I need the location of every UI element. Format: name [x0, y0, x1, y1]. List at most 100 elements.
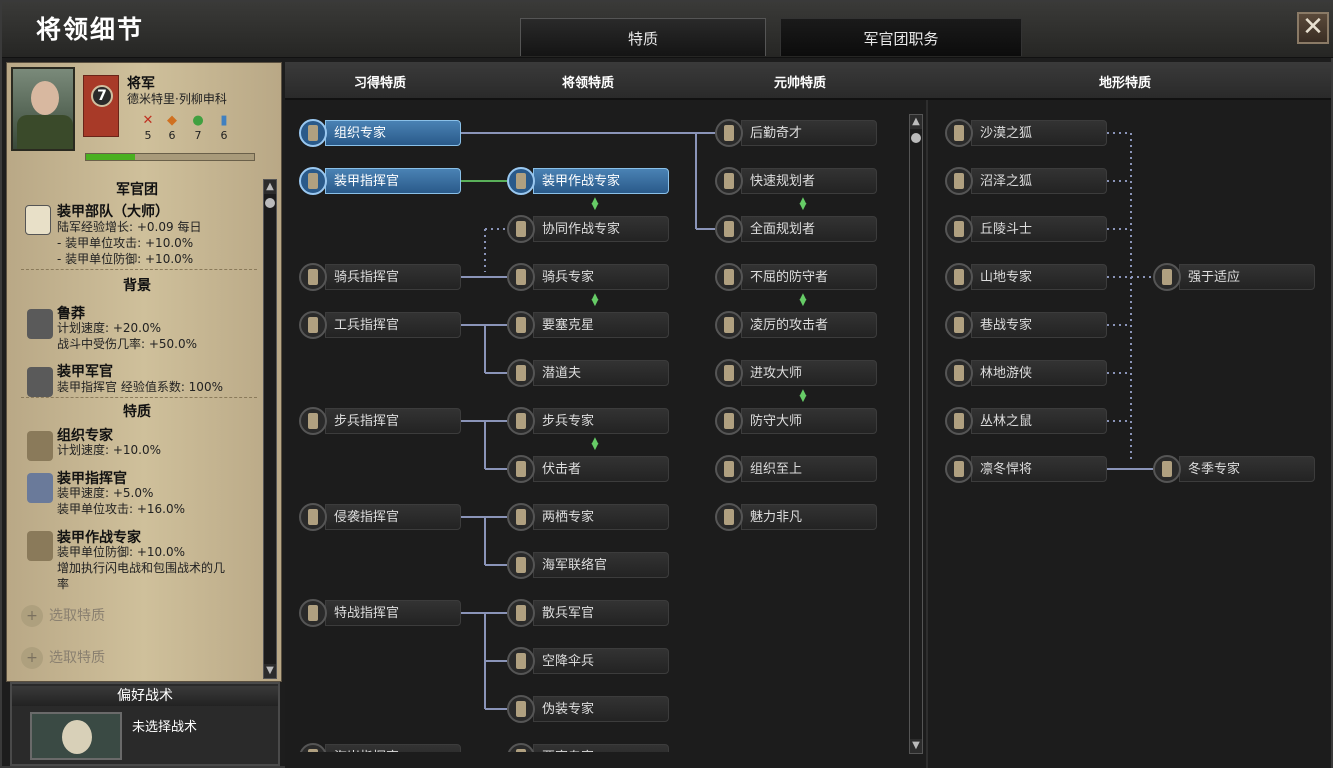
trait-node-general[interactable]: 协同作战专家 — [507, 214, 669, 244]
trait-node-terrain[interactable]: 林地游侠 — [945, 358, 1107, 388]
trait-medal-icon — [715, 455, 743, 483]
trait-medal-icon — [1153, 455, 1181, 483]
trait-node-terrain[interactable]: 丛林之鼠 — [945, 406, 1107, 436]
trait-node-general[interactable]: 伪装专家 — [507, 694, 669, 724]
trait-medal-icon — [507, 311, 535, 339]
trait-label: 海军联络官 — [533, 552, 669, 578]
trait-node-terrain[interactable]: 山地专家 — [945, 262, 1107, 292]
trait-node-learned[interactable]: 步兵指挥官 — [299, 406, 461, 436]
trait-label: 凌厉的攻击者 — [741, 312, 877, 338]
trait-medal-icon — [299, 263, 327, 291]
tactic-icon — [62, 720, 92, 754]
trait-label: 装甲作战专家 — [533, 168, 669, 194]
trait-node-learned[interactable]: 组织专家 — [299, 118, 461, 148]
trait-node-field-marshal[interactable]: 魅力非凡 — [715, 502, 877, 532]
trait-node-general[interactable]: 步兵专家 — [507, 406, 669, 436]
trait-label: 冬季专家 — [1179, 456, 1315, 482]
trait-medal-icon — [715, 215, 743, 243]
organizer-icon — [27, 431, 53, 461]
trait-node-field-marshal[interactable]: 凌厉的攻击者 — [715, 310, 877, 340]
defense-icon: ◆ — [167, 113, 177, 128]
trait-node-learned[interactable]: 海岸指挥官 — [299, 742, 461, 752]
trait-node-field-marshal[interactable]: 进攻大师 — [715, 358, 877, 388]
trait-medal-icon — [945, 263, 973, 291]
trait-node-general[interactable]: 要塞克星 — [507, 310, 669, 340]
link-arrow-icon: ▲ ▼ — [799, 388, 807, 404]
tab-traits[interactable]: 特质 — [520, 18, 766, 56]
trait-node-learned[interactable]: 骑兵指挥官 — [299, 262, 461, 292]
trait-node-terrain[interactable]: 巷战专家 — [945, 310, 1107, 340]
trait-medal-icon — [945, 407, 973, 435]
trait-node-terrain[interactable]: 沙漠之狐 — [945, 118, 1107, 148]
corps-line: - 装甲单位攻击: +10.0% — [57, 236, 194, 250]
trait-node-general[interactable]: 潜道夫 — [507, 358, 669, 388]
trait-node-terrain[interactable]: 强于适应 — [1153, 262, 1315, 292]
scroll-thumb[interactable] — [265, 198, 275, 208]
trait-label: 伪装专家 — [533, 696, 669, 722]
trait-node-terrain[interactable]: 凛冬悍将 — [945, 454, 1107, 484]
trait-node-general[interactable]: 空降伞兵 — [507, 646, 669, 676]
add-trait-button[interactable]: + 选取特质 — [21, 647, 221, 677]
trait-medal-icon — [715, 359, 743, 387]
trait-medal-icon — [507, 359, 535, 387]
trait-medal-icon — [299, 743, 327, 752]
plus-icon: + — [21, 647, 43, 669]
trait-node-field-marshal[interactable]: 全面规划者 — [715, 214, 877, 244]
trait-node-field-marshal[interactable]: 不屈的防守者 — [715, 262, 877, 292]
tab-officer-corps[interactable]: 军官团职务 — [780, 18, 1022, 56]
scroll-down-icon[interactable]: ▼ — [264, 664, 276, 678]
trait-node-general[interactable]: 要塞专家 — [507, 742, 669, 752]
tactic-slot-button[interactable] — [30, 712, 122, 760]
trait-node-general[interactable]: 散兵军官 — [507, 598, 669, 628]
armor-commander-icon — [27, 473, 53, 503]
trait-node-general[interactable]: 骑兵专家 — [507, 262, 669, 292]
scroll-thumb[interactable] — [911, 133, 921, 143]
add-trait-button[interactable]: + 选取特质 — [21, 605, 221, 635]
trait-nodes: 组织专家装甲指挥官骑兵指挥官工兵指挥官步兵指挥官侵袭指挥官特战指挥官海岸指挥官 装… — [285, 62, 1331, 752]
trait-node-field-marshal[interactable]: 后勤奇才 — [715, 118, 877, 148]
traits-header: 特质 — [123, 404, 151, 420]
tree-scrollbar[interactable]: ▲ ▼ — [909, 114, 923, 754]
left-scrollbar[interactable]: ▲ ▼ — [263, 179, 277, 679]
logistics-stat: ▮ 6 — [215, 113, 233, 142]
general-portrait — [11, 67, 75, 151]
trait-label: 特战指挥官 — [325, 600, 461, 626]
plus-icon: + — [21, 605, 43, 627]
trait-node-terrain[interactable]: 沼泽之狐 — [945, 166, 1107, 196]
trait-node-learned[interactable]: 装甲指挥官 — [299, 166, 461, 196]
trait-node-learned[interactable]: 特战指挥官 — [299, 598, 461, 628]
trait-medal-icon — [715, 167, 743, 195]
trait-line: 装甲单位攻击: +16.0% — [57, 502, 186, 516]
trait-node-general[interactable]: 装甲作战专家 — [507, 166, 669, 196]
trait-medal-icon — [507, 695, 535, 723]
trait-medal-icon — [715, 119, 743, 147]
trait-node-learned[interactable]: 工兵指挥官 — [299, 310, 461, 340]
trait-medal-icon — [945, 167, 973, 195]
trait-line: 率 — [57, 577, 70, 591]
trait-label: 要塞专家 — [533, 744, 669, 752]
trait-node-learned[interactable]: 侵袭指挥官 — [299, 502, 461, 532]
trait-node-general[interactable]: 两栖专家 — [507, 502, 669, 532]
trait-node-general[interactable]: 海军联络官 — [507, 550, 669, 580]
title-bar: 将领细节 特质 军官团职务 ✕ — [2, 2, 1333, 58]
trait-line: 计划速度: +10.0% — [57, 443, 162, 457]
trait-node-field-marshal[interactable]: 快速规划者 — [715, 166, 877, 196]
planning-icon: ● — [192, 113, 204, 128]
trait-label: 协同作战专家 — [533, 216, 669, 242]
defense-stat: ◆ 6 — [167, 113, 177, 142]
trait-node-general[interactable]: 伏击者 — [507, 454, 669, 484]
trait-node-field-marshal[interactable]: 组织至上 — [715, 454, 877, 484]
scroll-up-icon[interactable]: ▲ — [910, 115, 922, 129]
trait-medal-icon — [507, 551, 535, 579]
scroll-up-icon[interactable]: ▲ — [264, 180, 276, 194]
trait-node-terrain[interactable]: 冬季专家 — [1153, 454, 1315, 484]
scroll-down-icon[interactable]: ▼ — [910, 739, 922, 753]
close-button[interactable]: ✕ — [1297, 12, 1329, 44]
general-details-window: 将领细节 特质 军官团职务 ✕ 7 将军 德米特里·列柳申科 ✕ 5 ◆ 6 ● 7 … — [0, 0, 1333, 768]
trait-label: 组织至上 — [741, 456, 877, 482]
general-info-panel: 7 将军 德米特里·列柳申科 ✕ 5 ◆ 6 ● 7 ▮ 6 军官团 装甲部队（大师） … — [6, 62, 282, 682]
trait-label: 散兵军官 — [533, 600, 669, 626]
trait-node-terrain[interactable]: 丘陵斗士 — [945, 214, 1107, 244]
trait-node-field-marshal[interactable]: 防守大师 — [715, 406, 877, 436]
trait-medal-icon — [507, 263, 535, 291]
